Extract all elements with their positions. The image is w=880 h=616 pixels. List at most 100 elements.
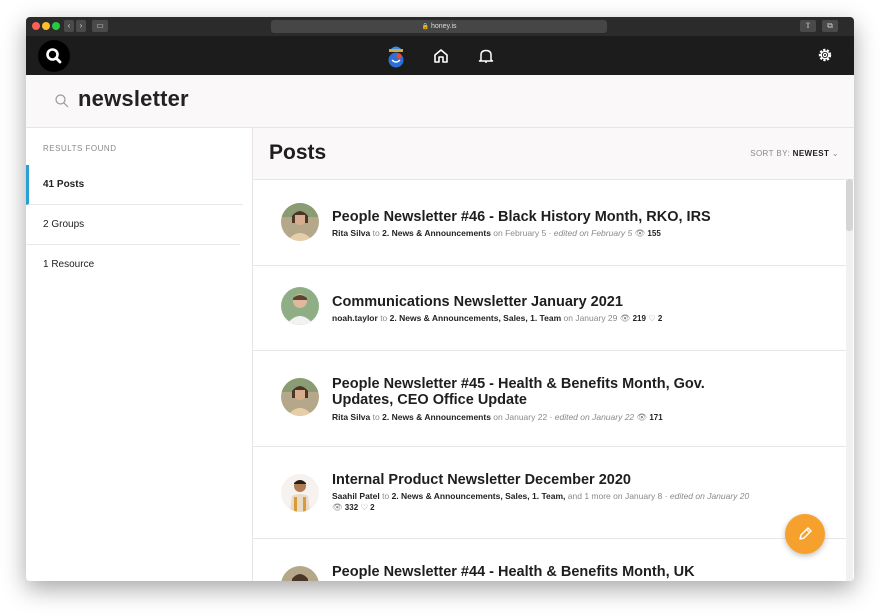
sidebar-item-label: 1 Resource — [43, 259, 95, 270]
gear-icon — [818, 48, 832, 62]
back-button[interactable]: ‹ — [64, 20, 74, 32]
post-title[interactable]: People Newsletter #46 - Black History Mo… — [332, 209, 752, 225]
post-title[interactable]: People Newsletter #45 - Health & Benefit… — [332, 376, 752, 408]
post-groups[interactable]: 2. News & Announcements — [382, 412, 491, 422]
user-photo-icon — [281, 203, 319, 241]
browser-window: ‹ › ▭ 🔒 honey.is ⇧ ⧉ newsletter RESULTS … — [26, 17, 854, 581]
chevron-down-icon: ⌄ — [831, 149, 839, 158]
post-item[interactable]: People Newsletter #46 - Black History Mo… — [253, 180, 847, 266]
post-title[interactable]: Internal Product Newsletter December 202… — [332, 472, 752, 488]
results-found-heading: RESULTS FOUND — [43, 144, 117, 153]
post-groups[interactable]: 2. News & Announcements — [382, 228, 491, 238]
zoom-window-button[interactable] — [52, 22, 60, 30]
user-photo-icon — [281, 474, 319, 512]
home-icon — [434, 49, 448, 63]
post-meta: Rita Silva to 2. News & Announcements on… — [332, 412, 752, 423]
close-window-button[interactable] — [32, 22, 40, 30]
sort-dropdown[interactable]: SORT BY: NEWEST ⌄ — [750, 149, 839, 158]
forward-button[interactable]: › — [76, 20, 86, 32]
post-date: on January 29 — [563, 313, 618, 323]
results-sidebar: RESULTS FOUND 41 Posts 2 Groups 1 Resour… — [26, 128, 253, 581]
user-photo-icon — [281, 566, 319, 581]
like-count: 2 — [370, 503, 375, 512]
page-title: Posts — [269, 141, 327, 164]
search-bar: newsletter — [26, 75, 854, 128]
search-icon — [46, 48, 62, 64]
lock-icon: 🔒 — [421, 24, 429, 30]
post-edited: edited on January 22 — [554, 412, 635, 422]
post-author[interactable]: noah.taylor — [332, 313, 378, 323]
honey-logo-icon — [388, 46, 404, 68]
post-edited: edited on February 5 — [553, 228, 633, 238]
sidebar-item-resources[interactable]: 1 Resource — [26, 245, 240, 284]
address-bar-url: honey.is — [430, 23, 457, 30]
post-item[interactable]: People Newsletter #44 - Health & Benefit… — [253, 538, 847, 581]
post-meta: noah.taylor to 2. News & Announcements, … — [332, 313, 752, 324]
post-title[interactable]: Communications Newsletter January 2021 — [332, 294, 752, 310]
posts-header: Posts SORT BY: NEWEST ⌄ — [253, 128, 854, 180]
post-item[interactable]: People Newsletter #45 - Health & Benefit… — [253, 350, 847, 447]
post-to-label: to — [372, 412, 380, 422]
post-date: on February 5 · — [493, 228, 552, 238]
sidebar-toggle-button[interactable]: ▭ — [92, 20, 108, 32]
avatar[interactable] — [281, 566, 319, 581]
eye-icon: 👁 — [619, 313, 631, 323]
eye-icon: 👁 — [636, 412, 648, 422]
sort-value: NEWEST — [792, 149, 830, 158]
post-groups[interactable]: 2. News & Announcements, Sales, 1. Team — [390, 313, 561, 323]
post-to-label: to — [372, 228, 380, 238]
sidebar-item-label: 41 Posts — [43, 179, 85, 190]
sidebar-item-groups[interactable]: 2 Groups — [26, 205, 240, 245]
avatar[interactable] — [281, 203, 319, 241]
search-query[interactable]: newsletter — [78, 86, 189, 112]
post-meta: Rita Silva to 2. News & Announcements on… — [332, 228, 752, 239]
app-navbar — [26, 36, 854, 75]
post-author[interactable]: Rita Silva — [332, 412, 370, 422]
avatar[interactable] — [281, 287, 319, 325]
post-meta: Saahil Patel to 2. News & Announcements,… — [332, 491, 752, 513]
post-item[interactable]: Communications Newsletter January 2021 n… — [253, 265, 847, 351]
sidebar-item-posts[interactable]: 41 Posts — [26, 165, 243, 205]
app-logo[interactable] — [386, 41, 406, 69]
heart-icon[interactable]: ♡ — [361, 502, 369, 512]
sidebar-item-label: 2 Groups — [43, 219, 85, 230]
view-count: 155 — [647, 229, 661, 238]
browser-titlebar: ‹ › ▭ 🔒 honey.is ⇧ ⧉ — [26, 17, 854, 36]
user-photo-icon — [281, 378, 319, 416]
address-bar[interactable]: 🔒 honey.is — [271, 20, 607, 33]
home-button[interactable] — [431, 46, 451, 66]
post-title[interactable]: People Newsletter #44 - Health & Benefit… — [332, 564, 752, 580]
eye-icon: 👁 — [634, 228, 646, 238]
user-photo-icon — [281, 287, 319, 325]
post-item[interactable]: Internal Product Newsletter December 202… — [253, 446, 847, 539]
view-count: 171 — [649, 413, 663, 422]
post-author[interactable]: Saahil Patel — [332, 491, 380, 501]
posts-scrollbar[interactable] — [846, 179, 853, 581]
minimize-window-button[interactable] — [42, 22, 50, 30]
like-count: 2 — [657, 314, 663, 323]
posts-panel: Posts SORT BY: NEWEST ⌄ People Newslette… — [253, 128, 854, 581]
post-date: on January 22 · — [493, 412, 553, 422]
search-icon — [55, 94, 69, 108]
post-groups[interactable]: 2. News & Announcements, Sales, 1. Team, — [392, 491, 566, 501]
post-author[interactable]: Rita Silva — [332, 228, 370, 238]
settings-button[interactable] — [815, 45, 835, 65]
notifications-button[interactable] — [476, 46, 496, 66]
pencil-icon — [799, 527, 812, 540]
scrollbar-thumb[interactable] — [846, 179, 853, 231]
heart-icon[interactable]: ♡ — [648, 313, 656, 323]
search-button[interactable] — [38, 40, 70, 72]
sort-label: SORT BY: — [750, 149, 791, 158]
eye-icon: 👁 — [332, 502, 343, 512]
avatar[interactable] — [281, 378, 319, 416]
tabs-button[interactable]: ⧉ — [822, 20, 838, 32]
bell-icon — [478, 49, 494, 63]
avatar[interactable] — [281, 474, 319, 512]
post-to-label: to — [380, 313, 388, 323]
share-button[interactable]: ⇧ — [800, 20, 816, 32]
compose-post-button[interactable] — [785, 514, 825, 554]
post-to-label: to — [382, 491, 390, 501]
post-date: and 1 more on January 8 · — [567, 491, 668, 501]
view-count: 219 — [632, 314, 646, 323]
post-edited: edited on January 20 — [669, 491, 750, 501]
